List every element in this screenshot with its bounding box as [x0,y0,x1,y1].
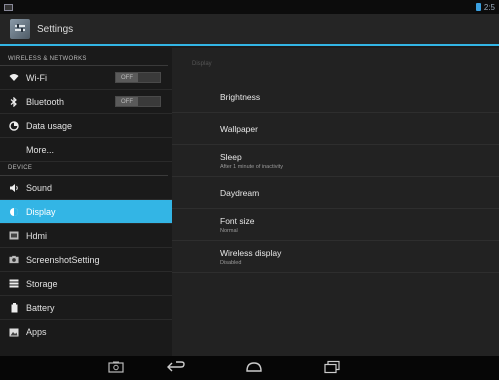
sidebar-item-sound[interactable]: Sound [0,176,172,200]
setting-title: Daydream [220,187,260,198]
bluetooth-icon [9,96,19,107]
notification-icon [4,3,13,11]
setting-title: Wireless display [220,247,282,258]
setting-summary: Disabled [220,259,242,266]
sidebar-item-battery[interactable]: Battery [0,296,172,320]
wifi-icon [9,73,19,83]
sidebar-item-label: Wi-Fi [26,72,47,83]
setting-title: Font size [220,215,255,226]
setting-font-size[interactable]: Font size Normal [172,209,499,241]
setting-wireless-display[interactable]: Wireless display Disabled [172,241,499,273]
panel-header: Display [192,61,212,67]
wifi-toggle[interactable]: OFF [115,72,161,83]
section-header-wireless: WIRELESS & NETWORKS [0,48,168,66]
apps-icon [9,327,19,337]
navigation-bar [0,356,499,380]
section-header-device: DEVICE [0,162,168,176]
sidebar-item-label: Data usage [26,120,73,131]
battery-icon [9,302,19,313]
sidebar-item-label: ScreenshotSetting [26,254,100,265]
setting-summary: Normal [220,227,238,234]
sidebar-item-apps[interactable]: Apps [0,320,172,344]
app-title: Settings [37,23,74,35]
sidebar-item-display[interactable]: Display [0,200,172,224]
sidebar-item-data-usage[interactable]: Data usage [0,114,172,138]
display-icon [9,207,19,217]
setting-daydream[interactable]: Daydream [172,177,499,209]
action-bar: Settings [0,14,499,46]
sidebar-item-storage[interactable]: Storage [0,272,172,296]
home-icon[interactable] [244,360,264,379]
battery-status-icon [475,3,481,11]
sidebar-item-more[interactable]: More... [0,138,172,162]
bluetooth-toggle[interactable]: OFF [115,96,161,107]
setting-summary: After 1 minute of inactivity [220,163,283,170]
sidebar-item-bluetooth[interactable]: Bluetooth OFF [0,90,172,114]
setting-wallpaper[interactable]: Wallpaper [172,113,499,145]
display-settings-panel: Display Brightness Wallpaper Sleep After… [172,48,499,356]
screenshot-icon [9,255,19,265]
sidebar-item-label: Display [26,206,56,217]
toggle-state: OFF [116,97,138,106]
sidebar-item-label: Hdmi [26,230,48,241]
toggle-state: OFF [116,73,138,82]
setting-brightness[interactable]: Brightness [172,81,499,113]
storage-icon [9,279,19,289]
setting-title: Sleep [220,151,242,162]
sidebar-item-wifi[interactable]: Wi-Fi OFF [0,66,172,90]
setting-title: Wallpaper [220,123,258,134]
sidebar-item-label: Apps [26,327,47,337]
hdmi-icon [9,231,19,241]
sidebar-item-label: Storage [26,278,58,289]
sound-icon [9,183,19,193]
status-bar: 2:5 [0,0,499,14]
sidebar-item-label: More... [26,144,55,155]
settings-app-icon[interactable] [10,19,30,39]
sidebar-item-label: Sound [26,182,53,193]
sidebar-item-hdmi[interactable]: Hdmi [0,224,172,248]
status-time: 2:5 [483,2,495,12]
back-icon[interactable] [166,360,186,379]
settings-headers-list: WIRELESS & NETWORKS Wi-Fi OFF Bluetooth … [0,48,172,356]
setting-title: Brightness [220,91,261,102]
screenshot-nav-icon[interactable] [108,360,124,379]
data-usage-icon [9,120,19,131]
sidebar-item-label: Bluetooth [26,96,65,107]
sidebar-item-label: Battery [26,302,55,313]
recent-apps-icon[interactable] [323,360,341,379]
setting-sleep[interactable]: Sleep After 1 minute of inactivity [172,145,499,177]
sidebar-item-screenshotsetting[interactable]: ScreenshotSetting [0,248,172,272]
